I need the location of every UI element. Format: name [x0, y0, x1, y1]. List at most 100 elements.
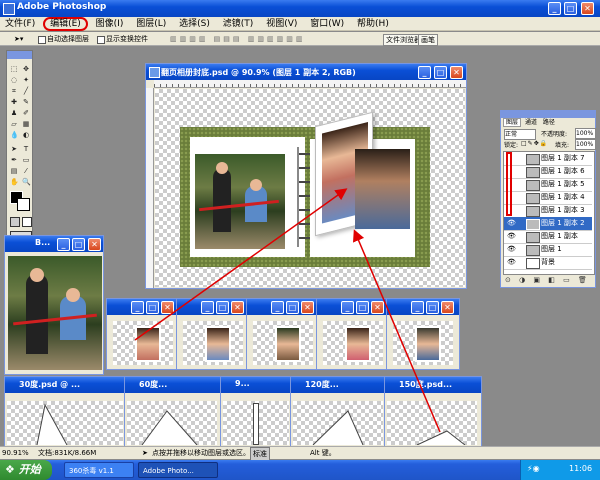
brush-tool-icon[interactable]: ✎	[22, 98, 30, 106]
minimize-button[interactable]: _	[548, 2, 561, 15]
tab-channels[interactable]: 通道	[523, 119, 539, 126]
menu-filter[interactable]: 滤镜(T)	[218, 17, 259, 31]
thumb-canvas[interactable]	[393, 321, 453, 365]
pen-tool-icon[interactable]: ✒	[10, 156, 18, 164]
zoom-tool-icon[interactable]: 🔍	[22, 178, 31, 186]
bottom-window-canvas[interactable]	[127, 401, 217, 446]
bottom-window-title-bar[interactable]: 120度...	[291, 377, 387, 393]
bottom-window-canvas[interactable]	[7, 401, 123, 446]
thumb-window-title-bar[interactable]: _ □ ✕	[317, 299, 389, 315]
blur-tool-icon[interactable]: 💧	[10, 131, 19, 139]
tab-paths[interactable]: 路径	[541, 119, 557, 126]
layers-panel-grip[interactable]	[501, 111, 595, 118]
source-close-button[interactable]: ✕	[88, 238, 101, 251]
thumb-close-button[interactable]: ✕	[371, 301, 384, 314]
bottom-window-title-bar[interactable]: 30度.psd @ ...	[5, 377, 127, 393]
blend-mode-select[interactable]: 正常	[504, 129, 536, 140]
doc-close-button[interactable]: ✕	[450, 66, 463, 79]
eye-icon[interactable]: 👁	[507, 256, 516, 269]
path-select-icon[interactable]: ➤	[10, 145, 18, 153]
thumb-canvas[interactable]	[113, 321, 173, 365]
thumb-maximize-button[interactable]: □	[286, 301, 299, 314]
thumb-window-title-bar[interactable]: _ □ ✕	[247, 299, 319, 315]
thumb-minimize-button[interactable]: _	[411, 301, 424, 314]
menu-image[interactable]: 图像(I)	[91, 17, 129, 31]
shape-tool-icon[interactable]: ▭	[22, 156, 30, 164]
bottom-window-canvas[interactable]	[293, 401, 383, 446]
bottom-window-title-bar[interactable]: 9...	[221, 377, 293, 393]
menu-select[interactable]: 选择(S)	[174, 17, 215, 31]
layer-row[interactable]: 👁 背景	[504, 256, 592, 270]
standard-mode-icon[interactable]	[22, 217, 32, 227]
tray-icons[interactable]: ⚡◉	[527, 464, 540, 473]
gradient-tool-icon[interactable]: ▦	[22, 120, 30, 128]
layer-row[interactable]: 👁 图层 1 副本	[504, 230, 592, 244]
thumb-minimize-button[interactable]: _	[131, 301, 144, 314]
bottom-window-canvas[interactable]	[223, 401, 289, 445]
hand-tool-icon[interactable]: ✋	[10, 178, 19, 186]
zoom-button[interactable]: 标准	[250, 447, 270, 461]
stamp-tool-icon[interactable]: ♟	[10, 109, 18, 117]
layer-row[interactable]: 图层 1 副本 7	[504, 152, 592, 166]
eraser-tool-icon[interactable]: ▱	[10, 120, 18, 128]
layer-row[interactable]: 👁 图层 1	[504, 243, 592, 257]
thumb-minimize-button[interactable]: _	[271, 301, 284, 314]
eye-icon[interactable]: 👁	[507, 230, 516, 243]
healing-brush-icon[interactable]: ✚	[10, 98, 18, 106]
thumb-close-button[interactable]: ✕	[301, 301, 314, 314]
history-brush-icon[interactable]: ✐	[22, 109, 30, 117]
magic-wand-icon[interactable]: ✦	[22, 76, 30, 84]
thumb-window-title-bar[interactable]: _ □ ✕	[177, 299, 249, 315]
taskbar-item-photoshop[interactable]: Adobe Photo...	[138, 462, 218, 478]
main-doc-title-bar[interactable]: 翻页相册封底.psd @ 90.9% (图层 1 副本 2, RGB) _ □ …	[146, 64, 466, 80]
marquee-tool-icon[interactable]: ⬚	[10, 65, 18, 73]
dodge-tool-icon[interactable]: ◐	[22, 131, 30, 139]
thumb-close-button[interactable]: ✕	[161, 301, 174, 314]
zoom-field[interactable]: 90.91%	[2, 447, 29, 459]
thumb-minimize-button[interactable]: _	[341, 301, 354, 314]
show-bounds-checkbox[interactable]	[97, 36, 105, 44]
menu-file[interactable]: 文件(F)	[0, 17, 40, 31]
layer-row-selected[interactable]: 👁 图层 1 副本 2	[504, 217, 592, 231]
menu-view[interactable]: 视图(V)	[261, 17, 302, 31]
thumb-close-button[interactable]: ✕	[231, 301, 244, 314]
thumb-window-title-bar[interactable]: _ □ ✕	[107, 299, 179, 315]
move-tool-icon[interactable]: ✥	[22, 65, 30, 73]
layer-row[interactable]: 图层 1 副本 4	[504, 191, 592, 205]
thumb-maximize-button[interactable]: □	[216, 301, 229, 314]
layer-row[interactable]: 图层 1 副本 6	[504, 165, 592, 179]
tab-brushes[interactable]: 画笔	[418, 34, 438, 46]
auto-select-checkbox[interactable]	[38, 36, 46, 44]
eyedropper-icon[interactable]: ⁄	[22, 167, 30, 175]
layer-row[interactable]: 图层 1 副本 5	[504, 178, 592, 192]
thumb-maximize-button[interactable]: □	[356, 301, 369, 314]
close-button[interactable]: ✕	[581, 2, 594, 15]
eye-icon[interactable]: 👁	[507, 217, 516, 230]
taskbar-item-360[interactable]: 360杀毒 v1.1	[64, 462, 134, 478]
bottom-window-canvas[interactable]	[387, 401, 477, 446]
menu-edit[interactable]: 编辑(E)	[43, 17, 88, 31]
slice-tool-icon[interactable]: ╱	[22, 87, 30, 95]
layers-panel-footer-icons[interactable]: ⊙ ◑ ▣ ◧ ▭ 🗑	[505, 276, 590, 284]
source-window-title-bar[interactable]: B... _ □ ✕	[5, 236, 103, 252]
crop-tool-icon[interactable]: ⌗	[10, 87, 18, 95]
menu-help[interactable]: 帮助(H)	[352, 17, 394, 31]
thumb-canvas[interactable]	[183, 321, 243, 365]
document-canvas[interactable]	[155, 89, 465, 287]
bottom-window-title-bar[interactable]: 150度.psd...	[385, 377, 481, 393]
source-minimize-button[interactable]: _	[57, 238, 70, 251]
type-tool-icon[interactable]: T	[22, 145, 30, 153]
thumb-canvas[interactable]	[323, 321, 383, 365]
background-color-swatch[interactable]	[17, 198, 30, 211]
lock-icons[interactable]: □✎✥🔒	[521, 140, 548, 147]
thumb-canvas[interactable]	[253, 321, 313, 365]
start-button[interactable]: ❖ 开始	[0, 460, 52, 480]
menu-layer[interactable]: 图层(L)	[131, 17, 171, 31]
thumb-window-title-bar[interactable]: _ □ ✕	[387, 299, 459, 315]
thumb-minimize-button[interactable]: _	[201, 301, 214, 314]
align-icons[interactable]: ▥▥▥▥ ▤▤▤ ▥▥▥▥▥▥	[170, 32, 305, 46]
layer-row[interactable]: 图层 1 副本 3	[504, 204, 592, 218]
lasso-tool-icon[interactable]: ◌	[10, 76, 18, 84]
eye-icon[interactable]: 👁	[507, 243, 516, 256]
thumb-close-button[interactable]: ✕	[441, 301, 454, 314]
